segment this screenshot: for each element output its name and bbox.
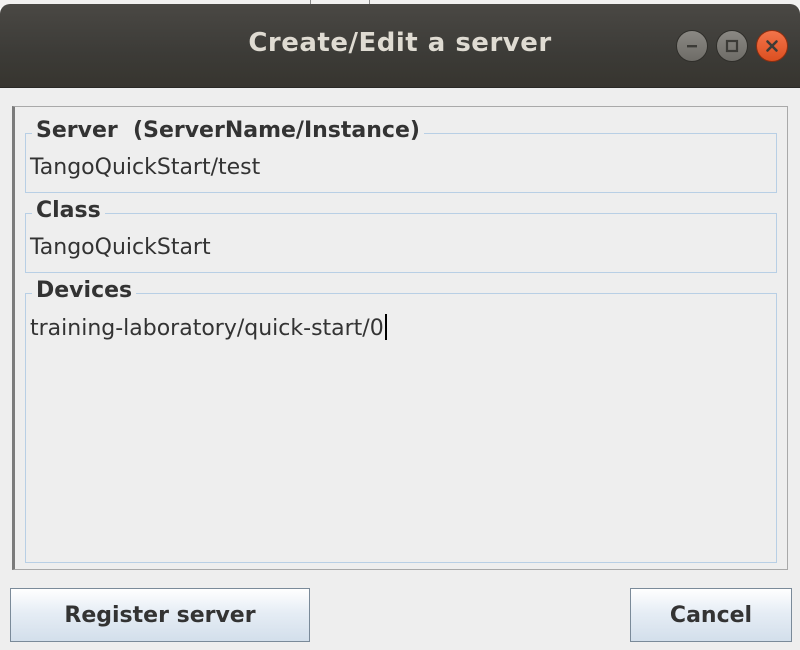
close-icon (766, 40, 778, 52)
server-group: Server (ServerName/Instance) TangoQuickS… (25, 118, 777, 193)
dialog-window: Create/Edit a server Server (ServerName/… (0, 4, 800, 650)
maximize-button[interactable] (716, 30, 748, 62)
dialog-content: Server (ServerName/Instance) TangoQuickS… (0, 88, 800, 650)
minimize-icon (687, 45, 697, 48)
devices-text: training-laboratory/quick-start/0 (30, 316, 384, 341)
register-server-button[interactable]: Register server (10, 588, 310, 642)
devices-group: Devices training-laboratory/quick-start/… (25, 278, 777, 563)
minimize-button[interactable] (676, 30, 708, 62)
cancel-button[interactable]: Cancel (630, 588, 792, 642)
server-field[interactable]: TangoQuickStart/test (30, 154, 770, 182)
server-label: Server (ServerName/Instance) (32, 118, 424, 144)
class-label: Class (32, 198, 105, 224)
title-bar[interactable]: Create/Edit a server (0, 4, 800, 88)
class-group: Class TangoQuickStart (25, 198, 777, 273)
devices-textarea[interactable]: training-laboratory/quick-start/0 (26, 312, 776, 562)
maximize-icon (725, 39, 739, 53)
text-caret (384, 314, 387, 340)
form-panel: Server (ServerName/Instance) TangoQuickS… (12, 106, 788, 570)
devices-label: Devices (32, 278, 137, 304)
devices-line: training-laboratory/quick-start/0 (30, 314, 387, 343)
close-button[interactable] (756, 30, 788, 62)
class-field[interactable]: TangoQuickStart (30, 234, 770, 262)
